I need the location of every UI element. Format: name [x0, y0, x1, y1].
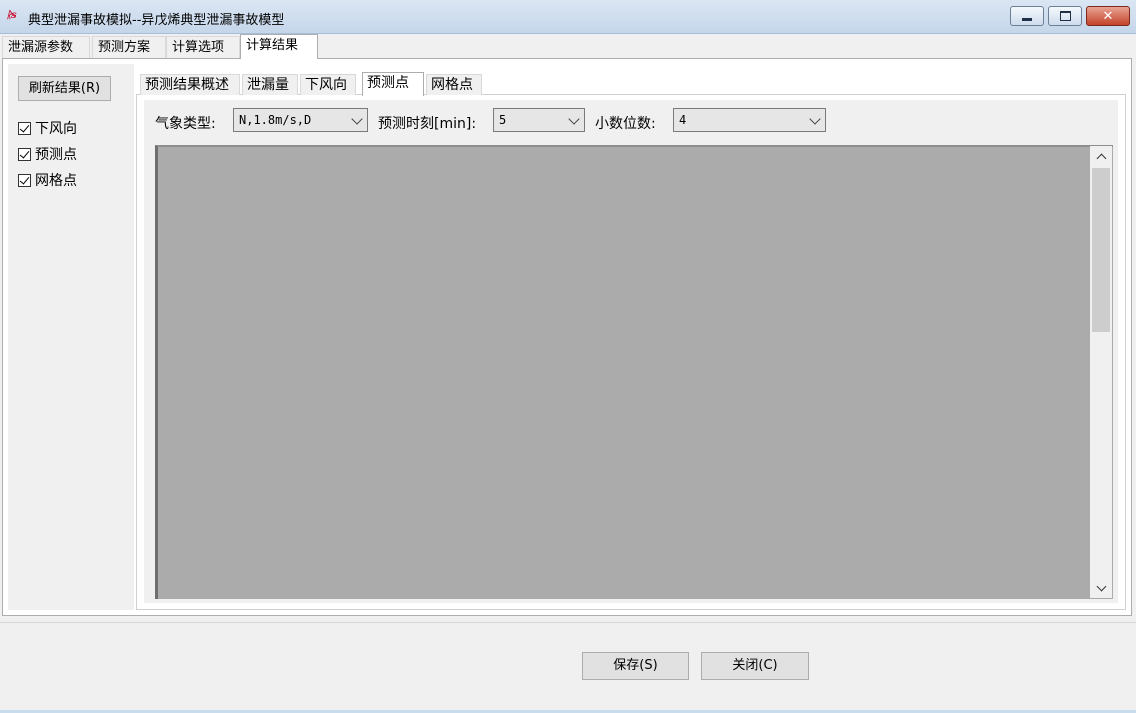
tab-prediction-plan[interactable]: 预测方案 [92, 36, 166, 58]
weather-type-label: 气象类型: [155, 116, 216, 132]
left-options-panel: 刷新结果(R) 下风向 预测点 网格点 [8, 64, 134, 610]
decimal-places-value: 4 [679, 113, 687, 127]
tab-calc-options[interactable]: 计算选项 [166, 36, 240, 58]
scroll-up-button[interactable] [1090, 146, 1112, 166]
prediction-time-select[interactable]: 5 [493, 108, 585, 132]
chevron-up-icon [1096, 153, 1106, 163]
weather-type-select[interactable]: N,1.8m/s,D [233, 108, 368, 132]
checkbox-checked-icon[interactable] [18, 173, 31, 187]
refresh-results-button[interactable]: 刷新结果(R) [18, 76, 111, 101]
checkbox-checked-icon[interactable] [18, 121, 31, 135]
chevron-down-icon [351, 113, 363, 125]
app-logo-icon: ᚱs [6, 10, 17, 21]
tab-calc-results[interactable]: 计算结果 [240, 34, 318, 59]
prediction-time-label: 预测时刻[min]: [378, 116, 477, 132]
chevron-down-icon [809, 113, 821, 125]
decimal-places-select[interactable]: 4 [673, 108, 826, 132]
close-window-button[interactable]: ✕ [1086, 6, 1130, 26]
weather-type-value: N,1.8m/s,D [239, 113, 312, 127]
vertical-scrollbar[interactable] [1090, 146, 1112, 598]
checkbox-label: 预测点 [35, 147, 77, 163]
main-tab-strip: 泄漏源参数 预测方案 计算选项 计算结果 [0, 34, 1136, 59]
checkbox-label: 下风向 [35, 121, 77, 137]
chevron-down-icon [568, 113, 580, 125]
save-button[interactable]: 保存(S) [582, 652, 689, 680]
prediction-point-grid[interactable] [155, 145, 1113, 599]
minimize-icon [1022, 17, 1032, 21]
tab-prediction-points[interactable]: 预测点 [362, 72, 424, 96]
scroll-down-button[interactable] [1090, 578, 1112, 598]
decimal-places-label: 小数位数: [595, 116, 656, 132]
tab-result-overview[interactable]: 预测结果概述 [140, 74, 240, 95]
checkbox-checked-icon[interactable] [18, 147, 31, 161]
tab-grid-points[interactable]: 网格点 [426, 74, 482, 95]
tab-leak-source-params[interactable]: 泄漏源参数 [2, 36, 90, 58]
checkbox-grid-point[interactable]: 网格点 [18, 170, 77, 190]
scrollbar-thumb[interactable] [1092, 168, 1110, 332]
close-icon: ✕ [1102, 8, 1114, 24]
checkbox-prediction-point[interactable]: 预测点 [18, 144, 77, 164]
checkbox-downwind[interactable]: 下风向 [18, 118, 77, 138]
window-title: 典型泄漏事故模拟--异戊烯典型泄漏事故模型 [28, 13, 285, 28]
maximize-button[interactable] [1048, 6, 1082, 26]
maximize-icon [1059, 11, 1071, 21]
close-button[interactable]: 关闭(C) [701, 652, 809, 680]
checkbox-label: 网格点 [35, 173, 77, 189]
minimize-button[interactable] [1010, 6, 1044, 26]
prediction-time-value: 5 [499, 113, 507, 127]
footer-divider [0, 622, 1136, 623]
title-bar: ᚱs 典型泄漏事故模拟--异戊烯典型泄漏事故模型 ✕ [0, 0, 1136, 34]
chevron-down-icon [1096, 581, 1106, 591]
tab-leak-amount[interactable]: 泄漏量 [242, 74, 298, 95]
tab-downwind[interactable]: 下风向 [300, 74, 356, 95]
